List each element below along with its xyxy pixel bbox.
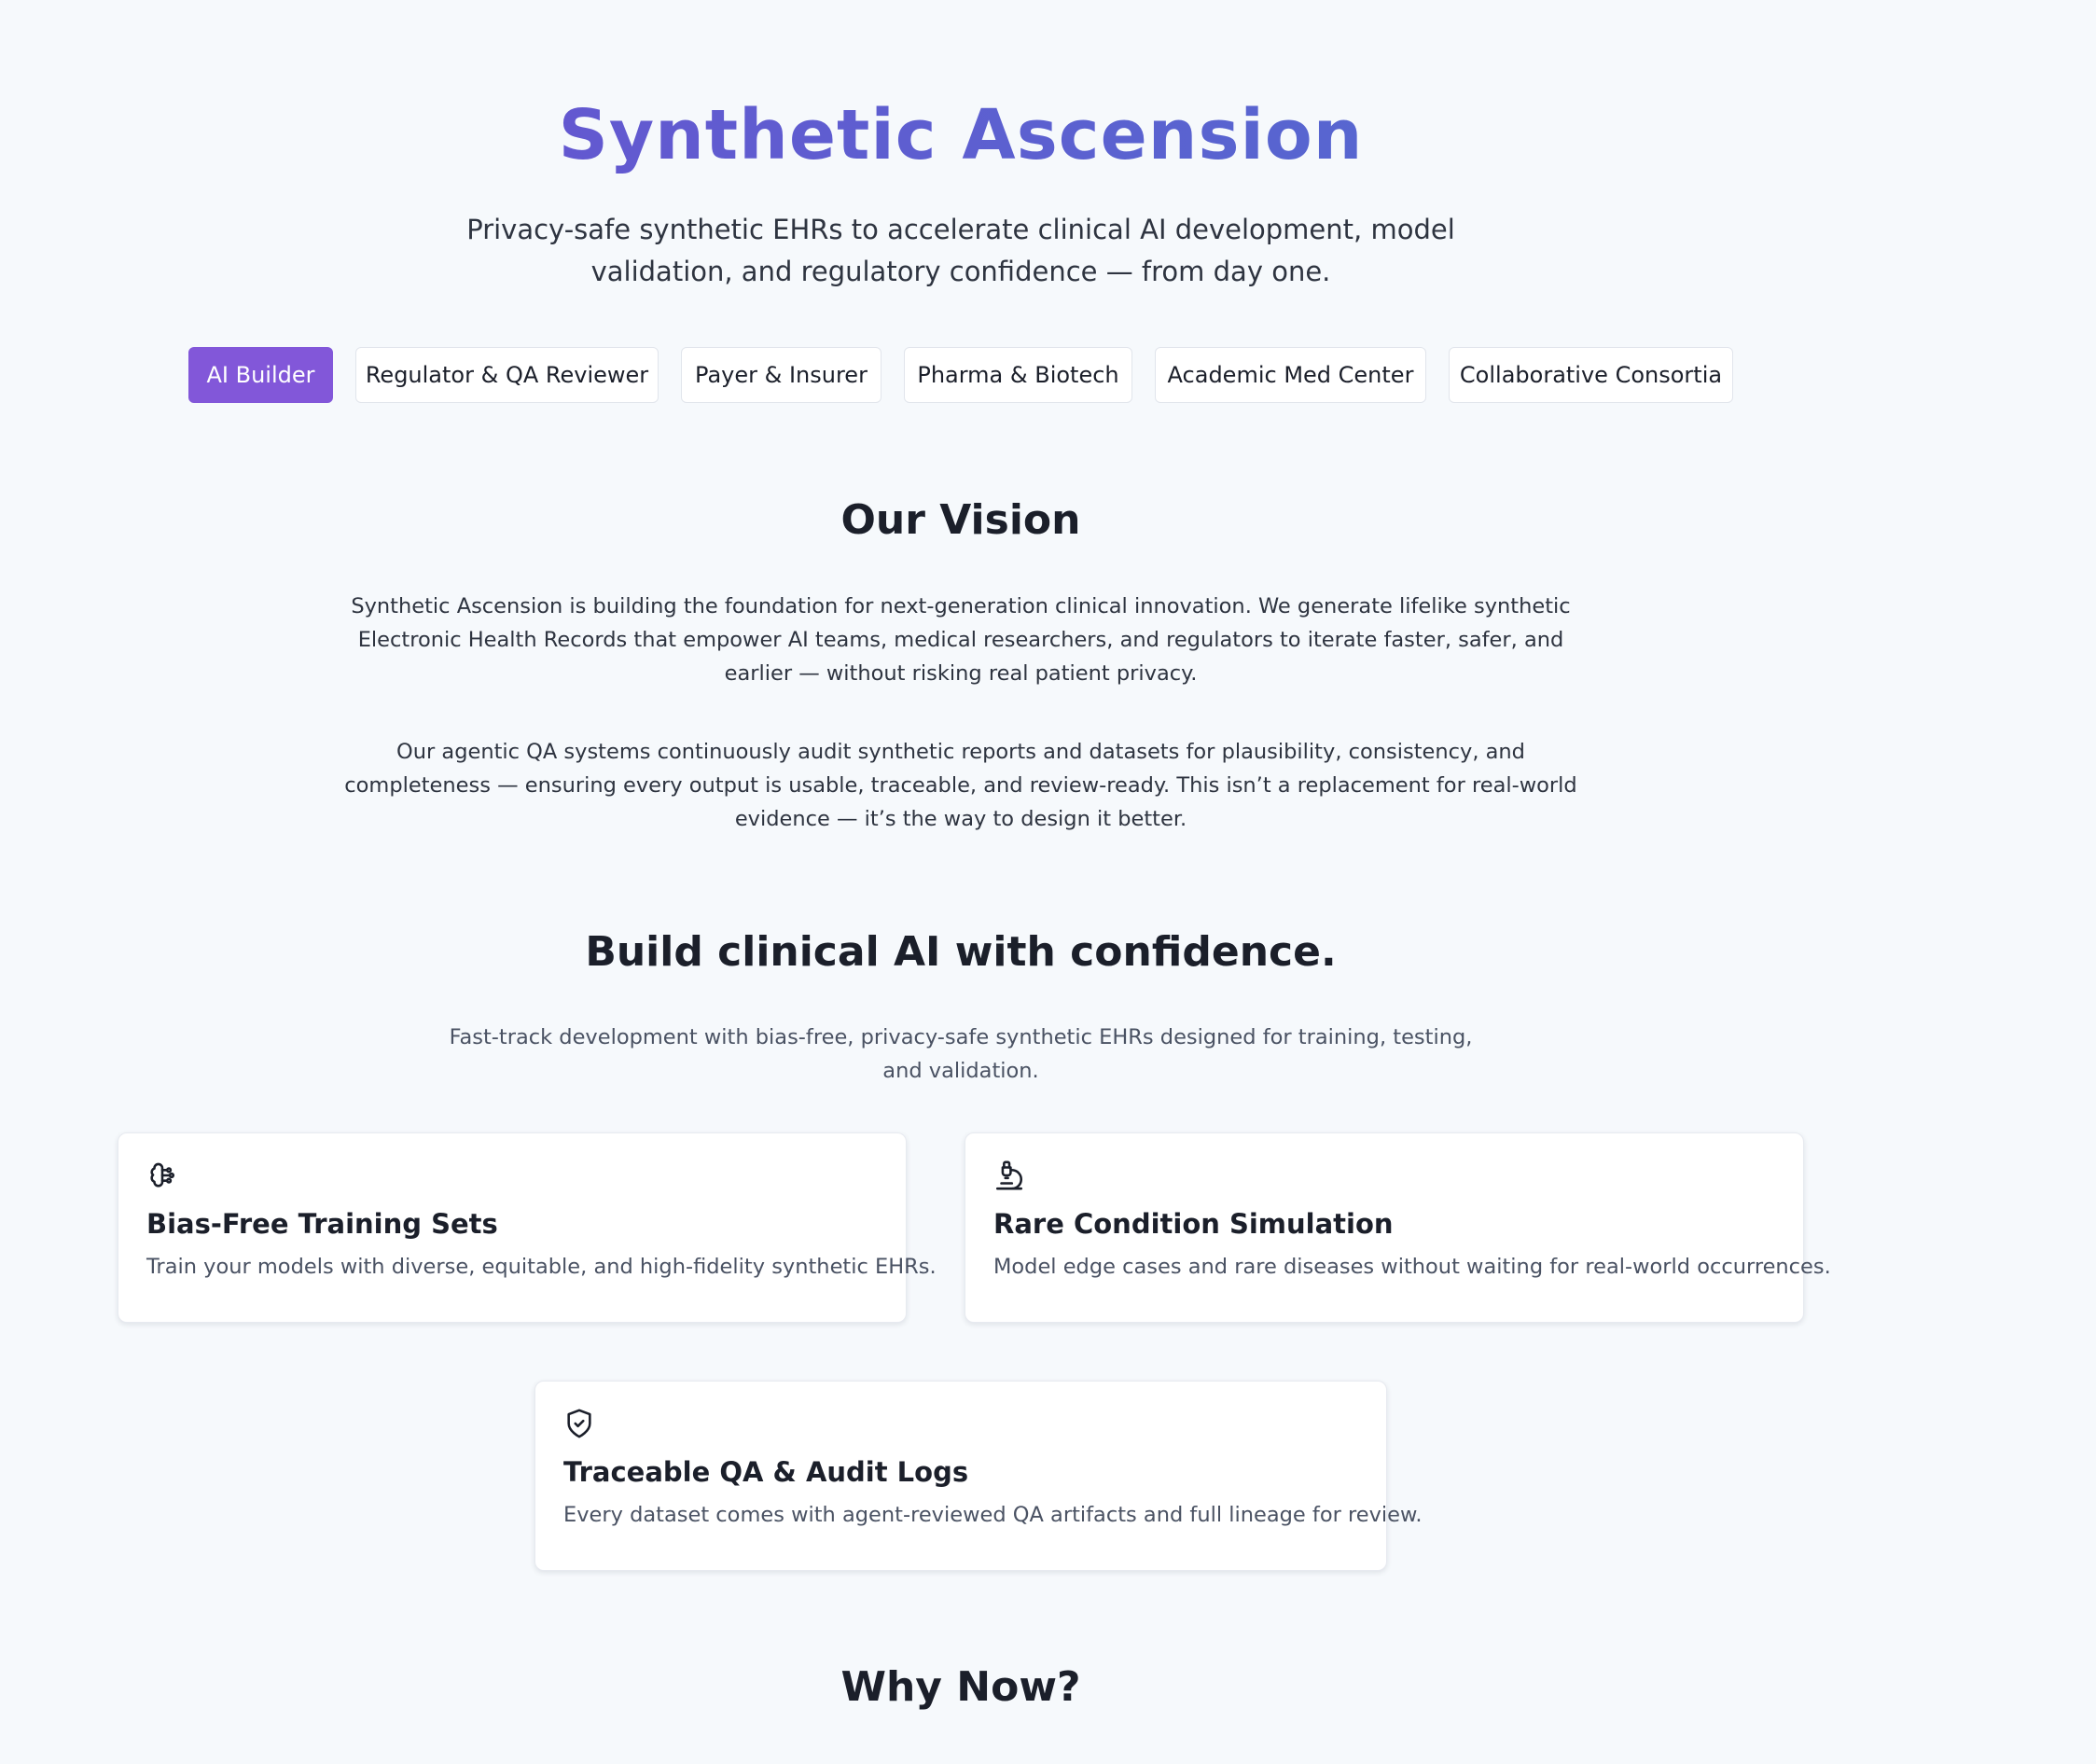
card-text: Train your models with diverse, equitabl… bbox=[146, 1255, 937, 1279]
hero-title: Synthetic Ascension bbox=[0, 93, 1922, 177]
feature-card-traceable-qa: Traceable QA & Audit Logs Every dataset … bbox=[534, 1381, 1423, 1571]
card-text: Every dataset comes with agent-reviewed … bbox=[563, 1503, 1423, 1527]
persona-tabs: AI Builder Regulator & QA Reviewer Payer… bbox=[0, 347, 2096, 403]
card-title: Rare Condition Simulation bbox=[993, 1208, 1394, 1240]
why-now-heading: Why Now? bbox=[840, 1663, 1081, 1711]
card-title: Traceable QA & Audit Logs bbox=[563, 1456, 969, 1488]
vision-heading: Our Vision bbox=[840, 496, 1081, 544]
vision-paragraph-1: Synthetic Ascension is building the foun… bbox=[351, 594, 1571, 686]
tab-regulator-qa-reviewer[interactable]: Regulator & QA Reviewer bbox=[355, 347, 659, 403]
tab-pharma-biotech[interactable]: Pharma & Biotech bbox=[904, 347, 1132, 403]
feature-card-bias-free: Bias-Free Training Sets Train your model… bbox=[118, 1132, 937, 1323]
feature-card-rare-condition: Rare Condition Simulation Model edge cas… bbox=[965, 1132, 1831, 1323]
brain-icon bbox=[146, 1160, 178, 1191]
audience-heading: Build clinical AI with confidence. bbox=[585, 928, 1337, 976]
card-title: Bias-Free Training Sets bbox=[146, 1208, 498, 1240]
tab-academic-med-center[interactable]: Academic Med Center bbox=[1155, 347, 1426, 403]
hero-subtitle: Privacy-safe synthetic EHRs to accelerat… bbox=[466, 214, 1455, 287]
microscope-icon bbox=[993, 1160, 1025, 1191]
page: Synthetic Ascension Privacy-safe synthet… bbox=[0, 0, 2096, 1764]
vision-paragraph-2: Our agentic QA systems continuously audi… bbox=[344, 740, 1577, 831]
audience-lead: Fast-track development with bias-free, p… bbox=[449, 1025, 1473, 1083]
card-text: Model edge cases and rare diseases witho… bbox=[993, 1255, 1831, 1279]
tab-collaborative-consortia[interactable]: Collaborative Consortia bbox=[1449, 347, 1733, 403]
tab-ai-builder[interactable]: AI Builder bbox=[188, 347, 333, 403]
shield-check-icon bbox=[563, 1408, 595, 1439]
tab-payer-insurer[interactable]: Payer & Insurer bbox=[681, 347, 881, 403]
